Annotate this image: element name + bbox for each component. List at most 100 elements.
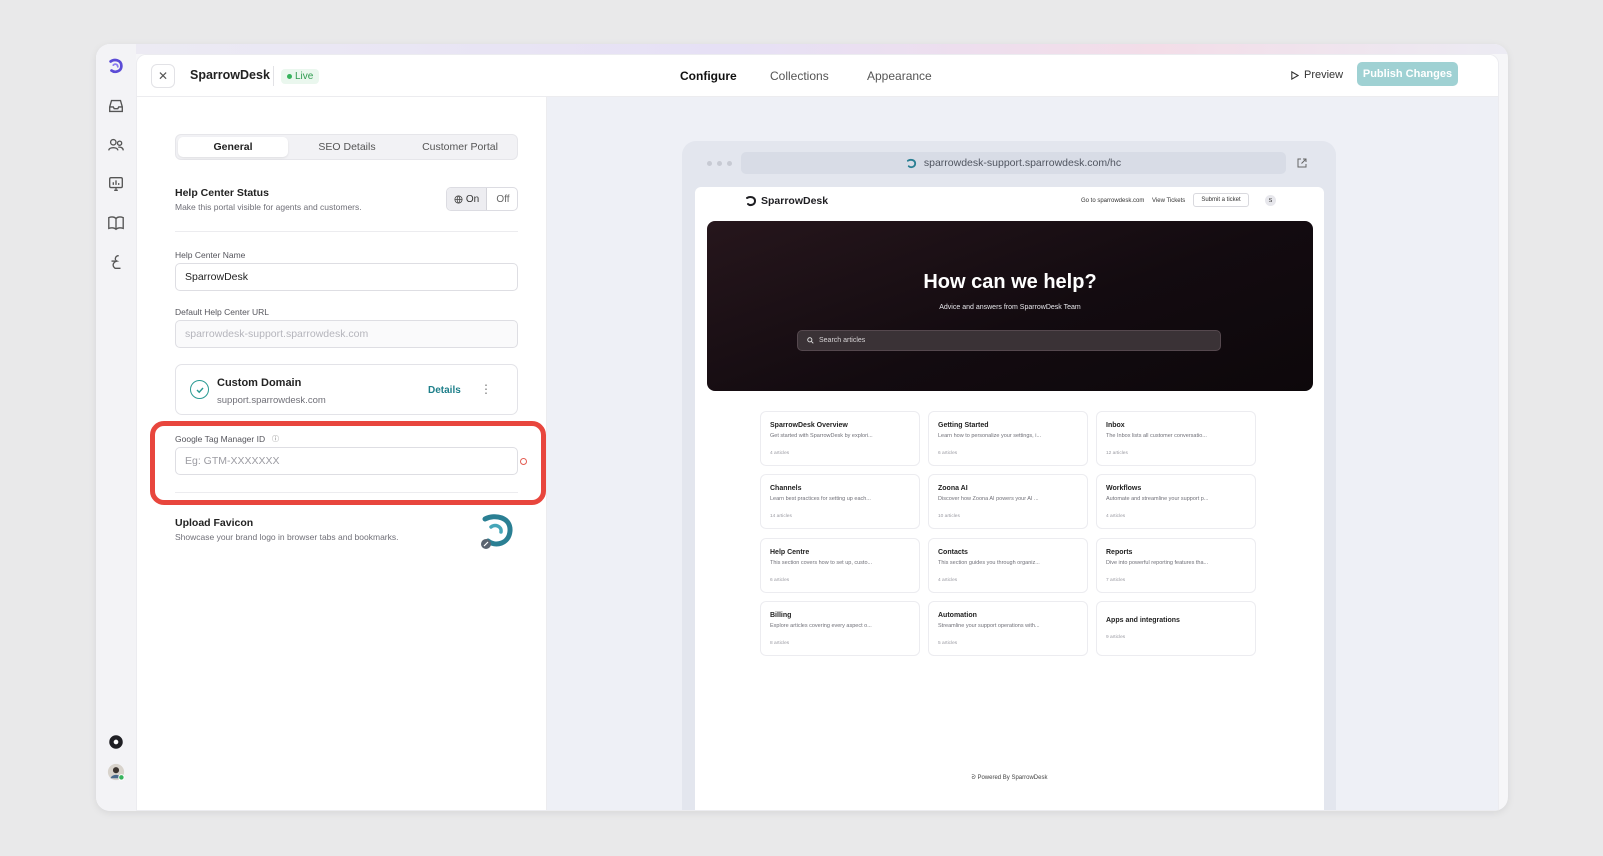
hero-title: How can we help? (923, 271, 1097, 293)
search-placeholder: Search articles (819, 337, 866, 344)
settings-gear-icon[interactable] (106, 732, 126, 752)
preview-label: Preview (1304, 69, 1344, 81)
card-title: Channels (770, 485, 802, 492)
user-avatar[interactable] (106, 762, 126, 782)
collection-card[interactable]: Billing Explore articles covering every … (760, 601, 920, 656)
preview-pane: sparrowdesk-support.sparrowdesk.com/hc S… (547, 97, 1498, 810)
window-dots (707, 161, 732, 166)
collection-card[interactable]: SparrowDesk Overview Get started with Sp… (760, 411, 920, 466)
segment-seo-details[interactable]: SEO Details (292, 137, 402, 157)
upload-favicon-title: Upload Favicon (175, 517, 254, 529)
site-nav-link[interactable]: View Tickets (1152, 198, 1185, 204)
collection-card[interactable]: Inbox The Inbox lists all customer conve… (1096, 411, 1256, 466)
card-title: Getting Started (938, 422, 989, 429)
powered-by-text: Powered By SparrowDesk (977, 775, 1048, 781)
app-window: ✕ SparrowDesk Live Configure Collections… (96, 44, 1508, 811)
help-center-name-input[interactable]: SparrowDesk (175, 263, 518, 291)
card-count: 4 articles (938, 578, 958, 583)
powered-by-footer: ᘐ Powered By SparrowDesk (695, 775, 1324, 782)
custom-domain-title: Custom Domain (217, 377, 302, 389)
divider (175, 231, 518, 232)
collection-card[interactable]: Workflows Automate and streamline your s… (1096, 474, 1256, 529)
collection-card[interactable]: Help Centre This section covers how to s… (760, 538, 920, 593)
collection-card[interactable]: Zoona AI Discover how Zoona AI powers yo… (928, 474, 1088, 529)
card-description: Dive into powerful reporting features th… (1106, 560, 1209, 566)
open-external-icon[interactable] (1296, 157, 1308, 169)
knowledge-base-icon[interactable] (106, 213, 126, 233)
card-description: Streamline your support operations with.… (938, 623, 1040, 629)
inbox-icon[interactable] (106, 96, 126, 116)
collection-card[interactable]: Automation Streamline your support opera… (928, 601, 1088, 656)
hero-banner: How can we help? Advice and answers from… (707, 221, 1313, 391)
site-nav-link[interactable]: Go to sparrowdesk.com (1081, 198, 1144, 204)
default-url-input: sparrowdesk-support.sparrowdesk.com (175, 320, 518, 348)
settings-segmented-control: General SEO Details Customer Portal (175, 134, 518, 160)
card-description: Explore articles covering every aspect o… (770, 623, 872, 629)
default-url-label: Default Help Center URL (175, 307, 270, 317)
card-description: The Inbox lists all customer conversatio… (1106, 433, 1207, 439)
card-title: SparrowDesk Overview (770, 422, 848, 429)
help-center-name-label: Help Center Name (175, 250, 246, 260)
domain-details-link[interactable]: Details (428, 385, 461, 396)
upload-favicon-description: Showcase your brand logo in browser tabs… (175, 532, 399, 542)
card-title: Apps and integrations (1106, 617, 1180, 624)
card-count: 9 articles (1106, 635, 1126, 640)
hero-subtitle: Advice and answers from SparrowDesk Team (939, 304, 1081, 311)
publish-changes-button[interactable]: Publish Changes (1357, 62, 1458, 86)
card-description: This section guides you through organiz.… (938, 560, 1040, 566)
card-count: 12 articles (1106, 451, 1128, 456)
automation-icon[interactable] (106, 252, 126, 272)
preview-button[interactable]: Preview (1290, 69, 1343, 81)
segment-general[interactable]: General (178, 137, 288, 157)
card-title: Reports (1106, 549, 1133, 556)
sparrowdesk-logo-icon (746, 196, 757, 206)
segment-customer-portal[interactable]: Customer Portal (404, 137, 516, 157)
divider (175, 492, 518, 493)
check-circle-icon (190, 380, 209, 399)
card-title: Zoona AI (938, 485, 968, 492)
preview-url-bar: sparrowdesk-support.sparrowdesk.com/hc (741, 152, 1286, 174)
reports-icon[interactable] (106, 174, 126, 194)
search-articles-input[interactable]: Search articles (797, 330, 1221, 351)
site-logo[interactable]: SparrowDesk (745, 195, 828, 207)
browser-mockup: sparrowdesk-support.sparrowdesk.com/hc S… (682, 141, 1336, 810)
card-description: Learn best practices for setting up each… (770, 496, 871, 502)
toggle-on-option[interactable]: On (447, 188, 487, 210)
toggle-off-option[interactable]: Off (488, 188, 517, 210)
card-description: Learn how to personalize your settings, … (938, 433, 1042, 439)
tab-appearance[interactable]: Appearance (867, 69, 932, 83)
card-description: Automate and streamline your support p..… (1106, 496, 1209, 502)
tab-collections[interactable]: Collections (770, 69, 829, 83)
card-title: Automation (938, 612, 977, 619)
collection-card[interactable]: Reports Dive into powerful reporting fea… (1096, 538, 1256, 593)
search-icon (807, 337, 814, 344)
globe-icon (454, 194, 463, 204)
card-title: Billing (770, 612, 792, 619)
help-center-status-title: Help Center Status (175, 187, 269, 199)
collection-card[interactable]: Contacts This section guides you through… (928, 538, 1088, 593)
collection-card[interactable]: Channels Learn best practices for settin… (760, 474, 920, 529)
toggle-on-label: On (465, 193, 480, 205)
left-rail (96, 44, 136, 811)
card-title: Contacts (938, 549, 968, 556)
card-description: Get started with SparrowDesk by explori.… (770, 433, 873, 439)
tab-configure[interactable]: Configure (680, 69, 737, 83)
more-options-icon[interactable]: ⋮ (480, 382, 492, 398)
submit-ticket-button[interactable]: Submit a ticket (1193, 193, 1249, 207)
play-icon (1291, 70, 1299, 80)
site-avatar[interactable]: S (1265, 195, 1276, 206)
status-toggle: On Off (446, 187, 518, 211)
favicon-preview[interactable] (477, 511, 517, 551)
site-favicon-icon (906, 158, 916, 168)
card-count: 4 articles (770, 451, 790, 456)
collection-card[interactable]: Apps and integrations 9 articles (1096, 601, 1256, 656)
card-count: 4 articles (1106, 514, 1126, 519)
card-title: Help Centre (770, 549, 810, 556)
site-logo-text: SparrowDesk (761, 195, 829, 207)
card-description: This section covers how to set up, custo… (770, 560, 873, 566)
card-title: Workflows (1106, 485, 1142, 492)
contacts-icon[interactable] (106, 135, 126, 155)
help-center-site: SparrowDesk Go to sparrowdesk.com View T… (695, 187, 1324, 810)
app-logo-icon[interactable] (106, 56, 126, 76)
collection-card[interactable]: Getting Started Learn how to personalize… (928, 411, 1088, 466)
